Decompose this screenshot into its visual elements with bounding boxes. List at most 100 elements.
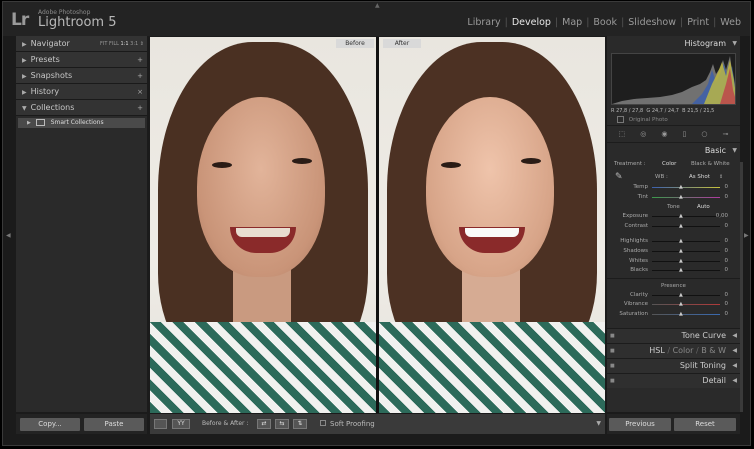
smart-collections-item[interactable]: ▶ Smart Collections (18, 118, 145, 128)
wb-label: WB : (655, 174, 668, 180)
adjustment-brush-tool-icon[interactable]: ⊸ (723, 130, 729, 138)
red-eye-tool-icon[interactable]: ◉ (661, 130, 667, 138)
zoom-dropdown-icon[interactable]: ⇕ (140, 41, 144, 47)
hsl-tab[interactable]: HSL (649, 346, 665, 355)
module-bar: Lr Adobe Photoshop Lightroom 5 ▲ Library… (3, 2, 750, 36)
slider-saturation[interactable]: Saturation ▲ 0 (607, 310, 740, 320)
slider-clarity[interactable]: Clarity ▲ 0 (607, 291, 740, 301)
module-book[interactable]: Book (590, 17, 620, 28)
add-snapshot-icon[interactable]: + (137, 68, 143, 84)
radial-filter-tool-icon[interactable]: ○ (701, 130, 707, 138)
left-panel: ▶ Navigator FIT FILL 1:1 3:1 ⇕ ▶ Presets +… (16, 36, 147, 412)
module-web[interactable]: Web (717, 17, 744, 28)
slider-contrast[interactable]: Contrast ▲ 0 (607, 222, 740, 232)
presets-header[interactable]: ▶ Presets + (16, 52, 147, 68)
right-panel-scrollbar[interactable] (740, 162, 743, 412)
slider-highlights[interactable]: Highlights ▲ 0 (607, 237, 740, 247)
slider-tint[interactable]: Tint ▲ 0 (607, 193, 740, 203)
snapshots-header[interactable]: ▶ Snapshots + (16, 68, 147, 84)
panel-switch-icon[interactable]: ■ (610, 359, 615, 373)
zoom-1-1[interactable]: 1:1 (121, 41, 129, 47)
previous-button[interactable]: Previous (609, 418, 671, 431)
clear-history-icon[interactable]: × (137, 84, 143, 100)
module-develop[interactable]: Develop (509, 17, 554, 28)
slider-temp[interactable]: Temp ▲ 0 (607, 183, 740, 193)
slider-blacks[interactable]: Blacks ▲ 0 (607, 266, 740, 276)
original-photo-toggle[interactable]: Original Photo (607, 115, 740, 125)
color-tab[interactable]: Color (673, 346, 694, 355)
copy-button[interactable]: Copy... (20, 418, 80, 431)
slider-knob-icon[interactable]: ▲ (679, 311, 683, 317)
expand-triangle-icon: ▶ (22, 57, 27, 64)
tone-auto-button[interactable]: Auto (697, 202, 710, 212)
right-panel-toggle-icon[interactable]: ▶ (744, 232, 749, 239)
slider-shadows[interactable]: Shadows ▲ 0 (607, 247, 740, 257)
module-library[interactable]: Library (464, 17, 503, 28)
module-slideshow[interactable]: Slideshow (625, 17, 679, 28)
before-photo[interactable]: Before (150, 37, 376, 413)
paste-button[interactable]: Paste (84, 418, 144, 431)
readout-g: G 24,7 / 24,7 (646, 108, 679, 114)
left-panel-footer: Copy... Paste (16, 414, 147, 434)
before-after-label: Before & After : (202, 420, 249, 427)
copy-after-to-before-icon[interactable]: ⇆ (275, 419, 289, 429)
zoom-fill[interactable]: FILL (109, 41, 119, 47)
zoom-fit[interactable]: FIT (100, 41, 107, 47)
tone-curve-header[interactable]: ■ Tone Curve ◀ (607, 327, 740, 343)
histogram-graph[interactable] (611, 53, 736, 105)
slider-knob-icon[interactable]: ▲ (679, 185, 683, 190)
panel-switch-icon[interactable]: ■ (610, 329, 615, 343)
hsl-header[interactable]: ■ HSL / Color / B & W ◀ (607, 342, 740, 358)
slider-knob-icon[interactable]: ▲ (679, 302, 683, 307)
add-preset-icon[interactable]: + (137, 52, 143, 68)
lightroom-logo: Lr (11, 10, 29, 30)
slider-vibrance[interactable]: Vibrance ▲ 0 (607, 300, 740, 310)
slider-knob-icon[interactable]: ▲ (679, 248, 683, 254)
slider-knob-icon[interactable]: ▲ (679, 223, 683, 229)
module-print[interactable]: Print (684, 17, 712, 28)
panel-switch-icon[interactable]: ■ (610, 344, 615, 358)
detail-header[interactable]: ■ Detail ◀ (607, 372, 740, 388)
slider-knob-icon[interactable]: ▲ (679, 239, 683, 244)
reset-button[interactable]: Reset (674, 418, 736, 431)
detail-title: Detail (702, 375, 726, 385)
original-photo-checkbox[interactable] (617, 116, 624, 123)
navigator-header[interactable]: ▶ Navigator FIT FILL 1:1 3:1 ⇕ (16, 36, 147, 52)
crop-tool-icon[interactable]: ⬚ (619, 130, 626, 138)
wb-eyedropper-icon[interactable]: ✎ (615, 171, 623, 183)
treatment-bw-option[interactable]: Black & White (691, 158, 730, 171)
panel-switch-icon[interactable]: ■ (610, 374, 615, 388)
slider-knob-icon[interactable]: ▲ (679, 268, 683, 273)
add-collection-icon[interactable]: + (137, 100, 143, 116)
bw-tab[interactable]: B & W (701, 346, 726, 355)
slider-whites[interactable]: Whites ▲ 0 (607, 257, 740, 267)
after-photo[interactable]: After (379, 37, 605, 413)
spot-removal-tool-icon[interactable]: ◎ (640, 130, 646, 138)
split-toning-header[interactable]: ■ Split Toning ◀ (607, 357, 740, 373)
graduated-filter-tool-icon[interactable]: ▯ (683, 130, 687, 138)
slider-knob-icon[interactable]: ▲ (679, 292, 683, 298)
portrait-eye (521, 158, 541, 164)
before-after-mode-button[interactable]: YY (172, 419, 190, 429)
wb-dropdown-icon[interactable]: ⇕ (719, 171, 723, 183)
before-after-view[interactable]: Before After (150, 37, 605, 413)
slider-knob-icon[interactable]: ▲ (679, 258, 683, 264)
swap-settings-icon[interactable]: ⇅ (293, 419, 307, 429)
basic-header[interactable]: Basic ▼ (607, 143, 740, 158)
module-map[interactable]: Map (559, 17, 585, 28)
zoom-3-1[interactable]: 3:1 (130, 41, 138, 47)
soft-proofing-checkbox[interactable] (320, 420, 326, 426)
wb-select[interactable]: As Shot (689, 171, 710, 183)
left-panel-toggle-icon[interactable]: ◀ (6, 232, 11, 239)
copy-before-to-after-icon[interactable]: ⇄ (257, 419, 271, 429)
slider-knob-icon[interactable]: ▲ (679, 194, 683, 200)
collections-header[interactable]: ▼ Collections + (16, 100, 147, 116)
treatment-color-option[interactable]: Color (662, 158, 676, 171)
collapse-top-arrow-icon[interactable]: ▲ (375, 2, 380, 9)
histogram-header[interactable]: Histogram ▼ (607, 36, 740, 51)
loupe-view-icon[interactable] (154, 419, 167, 429)
slider-exposure[interactable]: Exposure ▲ 0,00 (607, 212, 740, 222)
history-header[interactable]: ▶ History × (16, 84, 147, 100)
slider-knob-icon[interactable]: ▲ (679, 214, 683, 219)
toolbar-menu-icon[interactable]: ▼ (596, 420, 601, 427)
